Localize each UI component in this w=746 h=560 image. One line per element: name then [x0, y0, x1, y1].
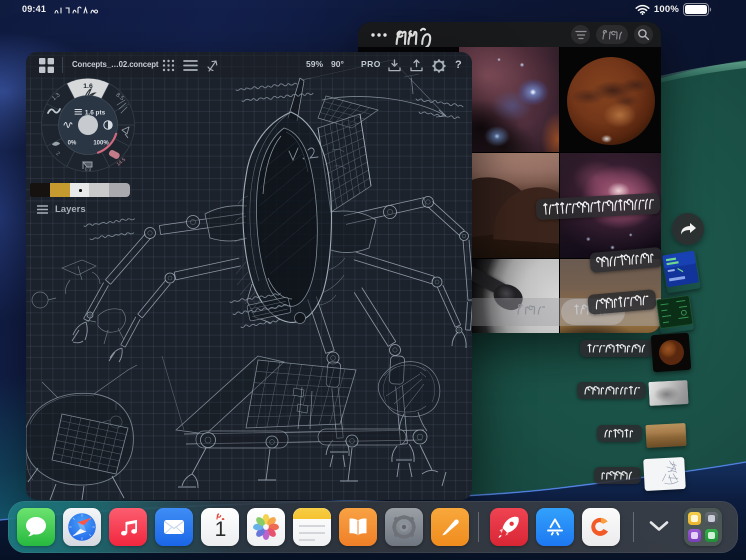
svg-text:0%: 0% — [68, 141, 77, 147]
svg-text:6'9: 6'9 — [85, 167, 92, 173]
svg-text:100%: 100% — [93, 141, 109, 147]
